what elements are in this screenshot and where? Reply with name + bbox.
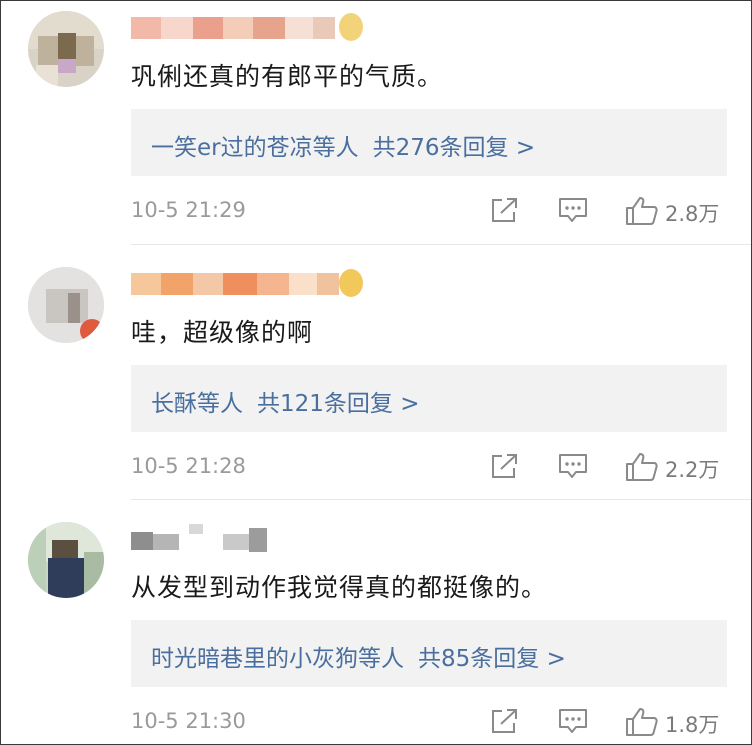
reply-users: 长酥等人 xyxy=(151,391,243,417)
share-icon[interactable] xyxy=(490,452,520,480)
comment-text: 从发型到动作我觉得真的都挺像的。 xyxy=(131,573,548,602)
avatar[interactable] xyxy=(28,522,104,598)
reply-count-link[interactable]: 共276条回复 > xyxy=(373,135,535,161)
share-icon[interactable] xyxy=(490,707,520,735)
reply-users: 一笑er过的苍凉等人 xyxy=(151,135,359,161)
comment-icon[interactable] xyxy=(558,196,588,224)
reply-count-link[interactable]: 共85条回复 > xyxy=(418,646,566,672)
comment-item: 巩俐还真的有郎平的气质。 一笑er过的苍凉等人 共276条回复 > 10-5 21… xyxy=(1,1,751,256)
timestamp: 10-5 21:29 xyxy=(131,198,246,222)
like-icon[interactable] xyxy=(625,196,659,226)
like-count: 2.8万 xyxy=(665,202,720,226)
replies-preview[interactable]: 时光暗巷里的小灰狗等人 共85条回复 > xyxy=(131,620,727,687)
timestamp: 10-5 21:30 xyxy=(131,709,246,733)
timestamp: 10-5 21:28 xyxy=(131,454,246,478)
like-count: 1.8万 xyxy=(665,713,720,737)
nickname-blurred[interactable] xyxy=(131,9,371,45)
reply-users: 时光暗巷里的小灰狗等人 xyxy=(151,646,404,672)
nickname-blurred[interactable] xyxy=(131,265,371,301)
comment-icon[interactable] xyxy=(558,452,588,480)
nickname-blurred[interactable] xyxy=(131,520,371,556)
comment-text: 哇，超级像的啊 xyxy=(131,318,314,347)
comment-item: 哇，超级像的啊 长酥等人 共121条回复 > 10-5 21:28 2.2万 xyxy=(1,257,751,512)
like-icon[interactable] xyxy=(625,707,659,737)
reply-count-link[interactable]: 共121条回复 > xyxy=(257,391,419,417)
avatar[interactable] xyxy=(28,267,104,343)
comment-item: 从发型到动作我觉得真的都挺像的。 时光暗巷里的小灰狗等人 共85条回复 > 10-… xyxy=(1,512,751,744)
like-icon[interactable] xyxy=(625,452,659,482)
divider xyxy=(131,499,751,500)
divider xyxy=(131,244,751,245)
avatar[interactable] xyxy=(28,11,104,87)
comment-text: 巩俐还真的有郎平的气质。 xyxy=(131,62,444,91)
comment-icon[interactable] xyxy=(558,707,588,735)
replies-preview[interactable]: 长酥等人 共121条回复 > xyxy=(131,365,727,432)
like-count: 2.2万 xyxy=(665,458,720,482)
replies-preview[interactable]: 一笑er过的苍凉等人 共276条回复 > xyxy=(131,109,727,176)
comment-list: 巩俐还真的有郎平的气质。 一笑er过的苍凉等人 共276条回复 > 10-5 21… xyxy=(0,0,752,745)
share-icon[interactable] xyxy=(490,196,520,224)
